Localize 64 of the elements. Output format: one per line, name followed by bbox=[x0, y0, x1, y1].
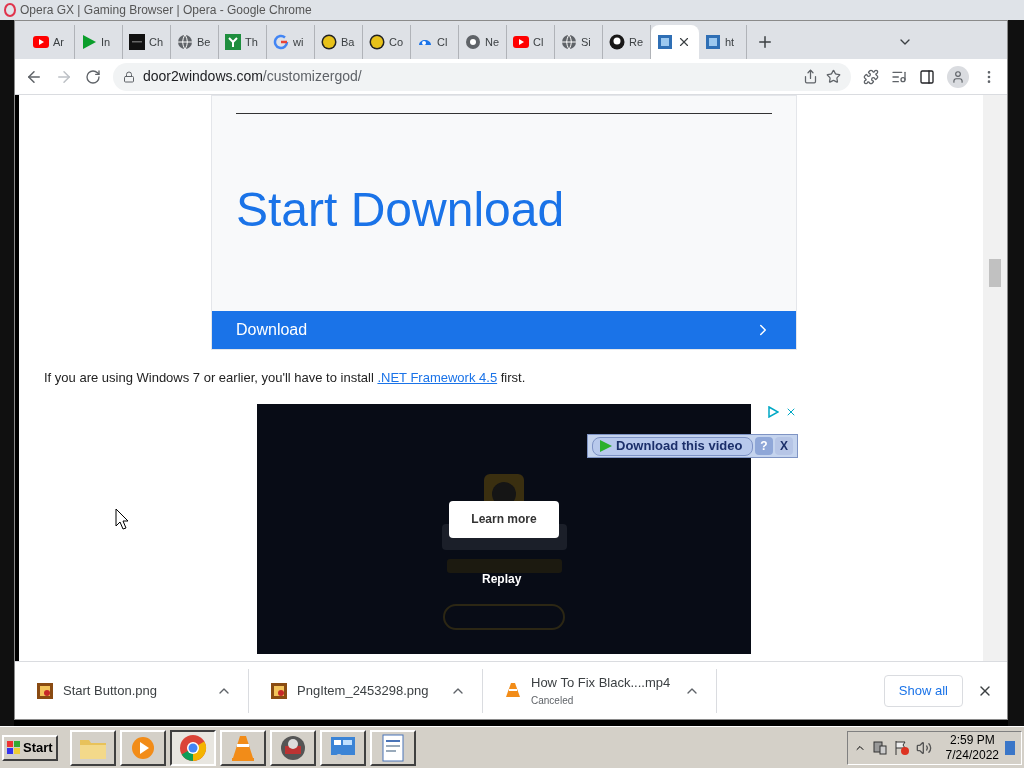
file-name: Start Button.png bbox=[63, 681, 158, 700]
profile-avatar[interactable] bbox=[947, 65, 969, 88]
close-toolbar-button[interactable]: X bbox=[775, 437, 793, 455]
ring-icon bbox=[4, 3, 16, 17]
browser-tab[interactable] bbox=[651, 25, 699, 59]
share-icon[interactable] bbox=[803, 69, 818, 84]
download-button[interactable]: Download bbox=[212, 311, 796, 349]
browser-icon bbox=[178, 733, 207, 762]
play-icon bbox=[599, 439, 613, 453]
tab-favicon-icon bbox=[561, 34, 577, 50]
mouse-cursor-icon bbox=[115, 508, 129, 530]
lock-icon bbox=[123, 70, 135, 83]
side-panel-icon[interactable] bbox=[919, 68, 935, 85]
tab-favicon-icon bbox=[33, 36, 49, 48]
download-item[interactable]: PngItem_2453298.png bbox=[249, 668, 483, 713]
framework-link[interactable]: .NET Framework 4.5 bbox=[377, 370, 498, 385]
traffic-cone-icon bbox=[505, 681, 521, 700]
document-icon bbox=[380, 733, 405, 762]
traffic-cone-icon bbox=[229, 733, 256, 762]
image-file-icon bbox=[271, 682, 287, 699]
address-bar[interactable]: door2windows.com/customizergod/ bbox=[113, 62, 851, 91]
tab-favicon-icon bbox=[177, 34, 193, 50]
bookmark-star-icon[interactable] bbox=[826, 69, 841, 84]
notice-text: If you are using Windows 7 or earlier, you'll have to install .NET Framework 4.5 first. bbox=[44, 369, 527, 387]
clock[interactable]: 2:59 PM 7/24/2022 bbox=[945, 732, 999, 763]
show-all-button[interactable]: Show all bbox=[883, 674, 963, 707]
tab-favicon-icon bbox=[609, 34, 625, 50]
windows-logo-icon bbox=[7, 740, 21, 755]
show-desktop-button[interactable] bbox=[1005, 740, 1015, 755]
plus-icon bbox=[756, 33, 774, 51]
tab-favicon-icon bbox=[129, 34, 145, 50]
banner-headline: Start Download bbox=[236, 186, 566, 234]
download-item[interactable]: Start Button.png bbox=[15, 668, 249, 713]
helmet-icon bbox=[278, 733, 307, 762]
learn-more-button[interactable]: Learn more bbox=[449, 500, 559, 538]
window-title: Opera GX | Gaming Browser | Opera - Google Chrome bbox=[20, 2, 312, 19]
tab-favicon-icon bbox=[369, 34, 385, 50]
ad-choices-icon[interactable] bbox=[767, 405, 779, 418]
tab-favicon-icon bbox=[705, 34, 721, 50]
taskbar-app-button[interactable] bbox=[169, 729, 216, 766]
scrollbar[interactable] bbox=[983, 95, 1007, 661]
close-tab-icon[interactable] bbox=[677, 35, 691, 49]
flag-alert-icon[interactable] bbox=[893, 739, 910, 756]
tab-favicon-icon bbox=[465, 34, 481, 50]
tab-favicon-icon bbox=[513, 36, 529, 48]
file-name: PngItem_2453298.png bbox=[297, 681, 430, 700]
tab-favicon-icon bbox=[81, 34, 97, 50]
download-item[interactable]: How To Fix Black....mp4 Canceled bbox=[483, 668, 717, 713]
replay-button[interactable]: Replay bbox=[482, 569, 522, 588]
start-button[interactable]: Start bbox=[2, 734, 58, 761]
tab-favicon-icon bbox=[321, 34, 337, 50]
file-name: How To Fix Black....mp4 bbox=[531, 674, 672, 693]
play-icon bbox=[129, 734, 156, 761]
extensions-icon[interactable] bbox=[863, 68, 879, 85]
reload-icon[interactable] bbox=[85, 68, 101, 85]
tab-favicon-icon bbox=[225, 34, 241, 50]
tab-favicon-icon bbox=[273, 34, 289, 50]
tab-favicon-icon bbox=[657, 34, 673, 50]
image-file-icon bbox=[37, 682, 53, 699]
download-status: Canceled bbox=[531, 693, 575, 708]
network-icon[interactable] bbox=[871, 739, 888, 756]
download-video-button[interactable]: Download this video bbox=[592, 436, 753, 456]
speaker-icon[interactable] bbox=[915, 739, 932, 756]
url-text: door2windows.com/customizergod/ bbox=[143, 67, 363, 86]
